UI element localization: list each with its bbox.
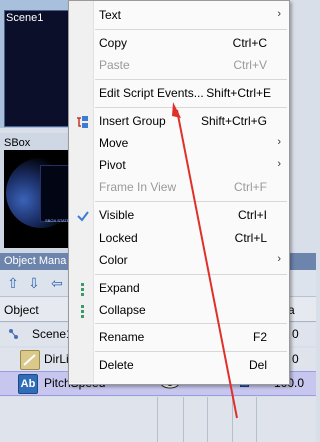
- menu-item-label: Collapse: [99, 303, 146, 317]
- menu-item-label: Color: [99, 253, 128, 267]
- object-value: 0: [292, 327, 299, 341]
- submenu-arrow-icon: ›: [277, 253, 281, 265]
- menu-item-shortcut: Ctrl+C: [232, 36, 267, 50]
- menu-separator: [95, 201, 287, 202]
- move-up-icon[interactable]: ⇧: [6, 276, 20, 290]
- menu-item-shortcut: Del: [248, 358, 267, 372]
- menu-item-shortcut: Shift+Ctrl+E: [206, 86, 271, 100]
- menu-item-collapse[interactable]: Collapse: [69, 300, 289, 322]
- submenu-arrow-icon: ›: [277, 136, 281, 148]
- menu-item-label: Insert Group: [99, 114, 166, 128]
- menu-item-shortcut: Ctrl+I: [237, 208, 267, 222]
- menu-item-color[interactable]: Color ›: [69, 250, 289, 272]
- scene-node-icon: [9, 329, 18, 339]
- menu-separator: [95, 323, 287, 324]
- object-value: 0: [292, 352, 299, 366]
- menu-item-shortcut: Shift+Ctrl+G: [200, 114, 267, 128]
- menu-separator: [95, 107, 287, 108]
- column-divider: [232, 397, 233, 442]
- move-down-icon[interactable]: ⇩: [27, 276, 41, 290]
- menu-item-copy[interactable]: Copy Ctrl+C: [69, 33, 289, 55]
- menu-item-label: Delete: [99, 358, 134, 372]
- expand-icon: [81, 283, 84, 296]
- menu-item-label: Pivot: [99, 158, 126, 172]
- menu-separator: [95, 79, 287, 80]
- submenu-arrow-icon: ›: [277, 8, 281, 20]
- menu-item-expand[interactable]: Expand: [69, 278, 289, 300]
- text-object-icon: Ab: [18, 374, 38, 394]
- menu-item-label: Frame In View: [99, 180, 177, 194]
- submenu-arrow-icon: ›: [277, 158, 281, 170]
- collapse-icon: [81, 305, 84, 318]
- menu-item-edit-script-events[interactable]: Edit Script Events... Shift+Ctrl+E: [69, 83, 289, 105]
- menu-item-label: Paste: [99, 58, 130, 72]
- move-left-icon[interactable]: ⇦: [50, 276, 64, 290]
- menu-separator: [95, 351, 287, 352]
- object-list-empty-area: [0, 397, 316, 442]
- column-divider: [157, 397, 158, 442]
- scene-label: Scene1: [6, 12, 44, 24]
- light-icon: [20, 350, 40, 370]
- column-header-object[interactable]: Object: [4, 303, 39, 317]
- menu-item-label: Expand: [99, 281, 140, 295]
- object-name: Scene1: [32, 327, 73, 341]
- menu-item-label: Visible: [99, 208, 135, 222]
- column-divider: [183, 397, 184, 442]
- menu-item-rename[interactable]: Rename F2: [69, 327, 289, 349]
- menu-item-locked[interactable]: Locked Ctrl+L: [69, 228, 289, 250]
- menu-item-label: Move: [99, 136, 129, 150]
- menu-item-shortcut: F2: [252, 330, 267, 344]
- menu-item-shortcut: Ctrl+L: [234, 231, 267, 245]
- sbox-caption: SBOX STATE: [45, 218, 70, 223]
- menu-item-pivot[interactable]: Pivot ›: [69, 155, 289, 177]
- column-divider: [207, 397, 208, 442]
- menu-separator: [95, 274, 287, 275]
- menu-item-paste[interactable]: Paste Ctrl+V: [69, 55, 289, 77]
- scene-thumbnail[interactable]: [4, 10, 70, 127]
- menu-item-frame-in-view[interactable]: Frame In View Ctrl+F: [69, 177, 289, 199]
- menu-separator: [95, 29, 287, 30]
- menu-item-shortcut: Ctrl+F: [234, 180, 267, 194]
- column-divider: [256, 397, 257, 442]
- insert-group-icon: [77, 116, 88, 128]
- menu-item-label: Locked: [99, 231, 138, 245]
- menu-item-move[interactable]: Move ›: [69, 133, 289, 155]
- checkmark-icon: [77, 211, 89, 222]
- menu-item-text[interactable]: Text ›: [69, 5, 289, 27]
- menu-item-label: Edit Script Events...: [99, 86, 204, 100]
- menu-item-visible[interactable]: Visible Ctrl+I: [69, 205, 289, 227]
- menu-item-label: Rename: [99, 330, 145, 344]
- menu-item-delete[interactable]: Delete Del: [69, 355, 289, 377]
- sbox-screen: [40, 165, 70, 222]
- menu-item-label: Copy: [99, 36, 128, 50]
- sbox-label: SBox: [4, 137, 31, 149]
- menu-item-label: Text: [99, 8, 122, 22]
- menu-item-insert-group[interactable]: Insert Group Shift+Ctrl+G: [69, 111, 289, 133]
- menu-item-shortcut: Ctrl+V: [233, 58, 267, 72]
